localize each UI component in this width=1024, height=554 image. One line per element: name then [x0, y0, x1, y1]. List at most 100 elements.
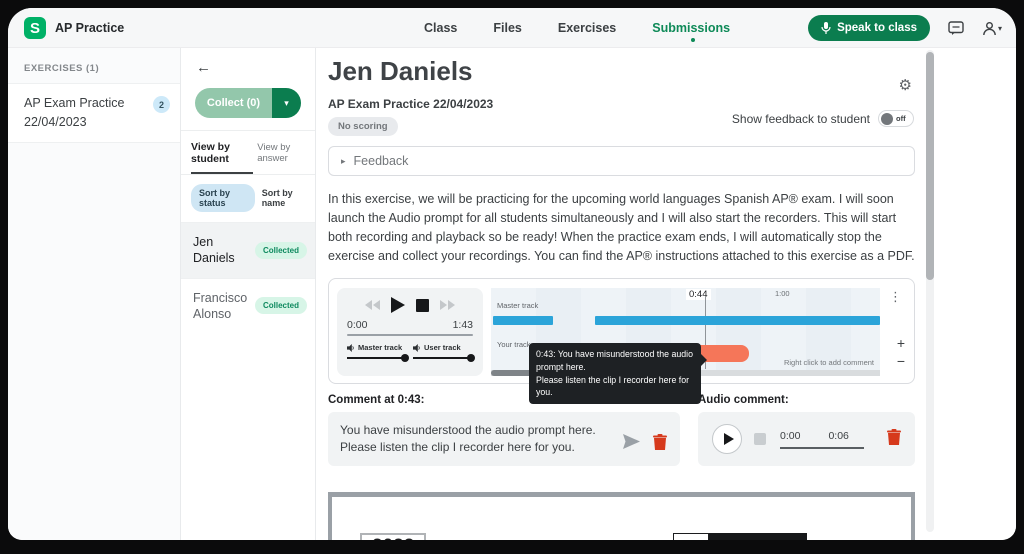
gear-icon[interactable]: ⚙ [899, 76, 912, 94]
comment-text-box[interactable]: You have misunderstood the audio prompt … [328, 412, 680, 466]
audio-comment-duration: 0:06 [828, 430, 848, 442]
nav-tab-exercises[interactable]: Exercises [558, 21, 616, 35]
collegeboard-logo: CollegeBoard [709, 533, 807, 540]
master-track-region[interactable] [595, 316, 880, 325]
master-volume-knob[interactable] [401, 354, 409, 362]
playhead-time[interactable]: 0:44 [686, 289, 711, 300]
status-badge: Collected [255, 242, 307, 259]
zoom-out-button[interactable]: − [897, 353, 905, 369]
audio-comment-seek-bar[interactable] [780, 447, 864, 449]
audio-comment-player: 0:00 0:06 [698, 412, 915, 466]
delete-audio-comment-icon[interactable] [887, 429, 901, 450]
send-icon[interactable] [623, 434, 640, 454]
no-scoring-badge: No scoring [328, 117, 398, 136]
fast-forward-icon [448, 300, 455, 310]
tooltip-line-1: 0:43: You have misunderstood the audio p… [536, 348, 694, 374]
topbar-actions: Speak to class ▾ [808, 8, 1002, 48]
account-menu-button[interactable]: ▾ [982, 21, 1002, 36]
student-row-jen-daniels[interactable]: Jen Daniels Collected [181, 222, 315, 278]
sidebar-item-ap-exam-practice[interactable]: AP Exam Practice 22/04/2023 2 [8, 83, 180, 143]
page-title: Jen Daniels [328, 56, 915, 87]
document-year-label: 2022 [360, 533, 426, 540]
speaker-icon [347, 344, 355, 352]
pdf-attachment-preview[interactable]: 2022 AP® CollegeBoard [328, 492, 915, 540]
rewind-icon [373, 300, 380, 310]
collect-button-label[interactable]: Collect (0) [195, 88, 272, 118]
comment-text: You have misunderstood the audio prompt … [340, 423, 596, 454]
collect-button[interactable]: Collect (0) ▾ [195, 88, 301, 118]
right-click-hint: Right click to add comment [784, 358, 874, 367]
user-volume-knob[interactable] [467, 354, 475, 362]
active-tab-dot [691, 38, 695, 42]
account-caret-icon: ▾ [998, 24, 1002, 33]
toggle-knob [881, 113, 893, 125]
student-row-francisco-alonso[interactable]: Francisco Alonso Collected [181, 278, 315, 334]
play-icon [724, 433, 734, 445]
delete-comment-icon[interactable] [653, 434, 667, 455]
seek-bar[interactable] [347, 334, 473, 336]
transport-panel: 0:00 1:43 Master track [337, 288, 483, 376]
student-name: Francisco Alonso [193, 290, 255, 323]
status-badge: Collected [255, 297, 307, 314]
master-volume-slider[interactable] [347, 357, 407, 359]
brand: S AP Practice [24, 8, 124, 48]
feedback-accordion-label: Feedback [354, 154, 409, 168]
show-feedback-label: Show feedback to student [732, 112, 870, 126]
submission-detail: ⚙ Show feedback to student off Jen Danie… [316, 48, 1016, 540]
exercises-header: EXERCISES (1) [8, 48, 180, 83]
speak-to-class-label: Speak to class [837, 22, 917, 34]
tab-view-by-answer[interactable]: View by answer [257, 142, 309, 171]
user-track-label: Your track [497, 340, 531, 349]
sort-by-name-chip[interactable]: Sort by name [262, 188, 307, 208]
rewind-button[interactable] [365, 300, 380, 310]
fast-forward-icon [440, 300, 447, 310]
audio-comment-play-button[interactable] [712, 424, 742, 454]
app-title: AP Practice [55, 21, 124, 35]
elapsed-time: 0:00 [347, 319, 367, 331]
students-panel: ← Collect (0) ▾ View by student View by … [181, 48, 316, 540]
main-nav: Class Files Exercises Submissions [424, 8, 730, 48]
tooltip-line-2: Please listen the clip I recorder here f… [536, 374, 694, 400]
tab-view-by-student[interactable]: View by student [191, 141, 253, 174]
soundtrap-logo-icon[interactable]: S [24, 17, 46, 39]
person-icon [982, 21, 997, 36]
feedback-accordion[interactable]: ▸ Feedback [328, 146, 915, 176]
audio-comment-stop-button[interactable] [754, 433, 766, 445]
nav-tab-submissions-label: Submissions [652, 21, 730, 35]
nav-tab-files[interactable]: Files [493, 21, 522, 35]
play-button[interactable] [391, 297, 405, 313]
master-track-region[interactable] [493, 316, 553, 325]
speak-to-class-button[interactable]: Speak to class [808, 15, 930, 41]
comment-tooltip: 0:43: You have misunderstood the audio p… [529, 343, 701, 404]
student-name: Jen Daniels [193, 234, 255, 267]
collect-dropdown-button[interactable]: ▾ [272, 88, 301, 118]
audio-comment-heading: Audio comment: [698, 394, 915, 406]
stop-button[interactable] [416, 299, 429, 312]
caret-right-icon: ▸ [341, 156, 346, 167]
fast-forward-button[interactable] [440, 300, 455, 310]
back-arrow-icon[interactable]: ← [196, 59, 211, 76]
ap-logo: AP® [673, 533, 709, 540]
exercise-description: In this exercise, we will be practicing … [328, 190, 915, 266]
master-volume-label: Master track [358, 343, 402, 352]
user-volume-slider[interactable] [413, 357, 473, 359]
zoom-in-button[interactable]: + [897, 335, 905, 351]
show-feedback-toggle[interactable]: off [878, 110, 914, 127]
top-bar: S AP Practice Class Files Exercises Subm… [8, 8, 1016, 48]
nav-tab-submissions[interactable]: Submissions [652, 21, 730, 35]
nav-tab-class[interactable]: Class [424, 21, 457, 35]
ruler-time-label: 1:00 [775, 289, 790, 298]
sort-by-status-chip[interactable]: Sort by status [191, 184, 255, 212]
exercise-subtitle: AP Exam Practice 22/04/2023 [328, 97, 915, 111]
sort-options: Sort by status Sort by name [181, 174, 315, 222]
main-scrollbar-thumb[interactable] [926, 52, 934, 280]
chat-feedback-button[interactable] [948, 21, 964, 36]
rewind-icon [365, 300, 372, 310]
audio-player-card: 0:00 1:43 Master track [328, 278, 915, 384]
submission-count-badge: 2 [153, 96, 170, 113]
app-window: S AP Practice Class Files Exercises Subm… [8, 8, 1016, 540]
kebab-menu-icon[interactable]: ⋮ [889, 289, 902, 305]
chevron-down-icon: ▾ [284, 98, 289, 109]
audio-comment-elapsed: 0:00 [780, 430, 800, 442]
toggle-state-label: off [896, 114, 906, 123]
